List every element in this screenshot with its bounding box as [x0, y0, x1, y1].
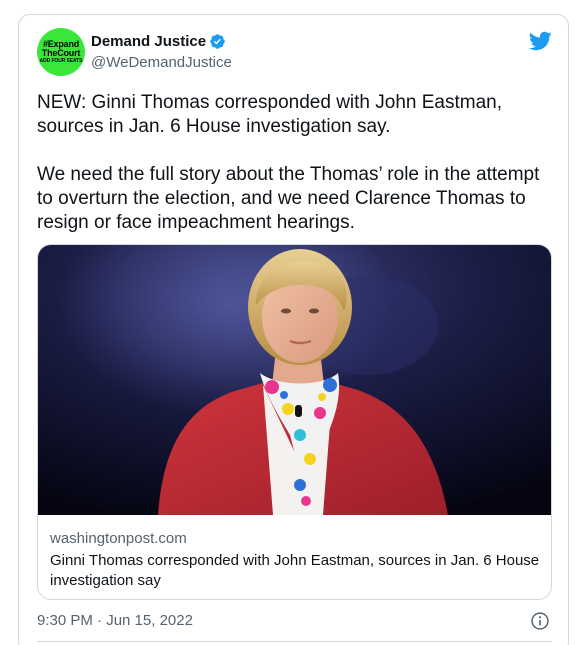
link-title[interactable]: Ginni Thomas corresponded with John East… — [50, 551, 540, 591]
info-icon[interactable] — [530, 611, 550, 631]
tweet-card[interactable]: #Expand TheCourt ADD FOUR SEATS Demand J… — [18, 14, 569, 645]
tweet-text: NEW: Ginni Thomas corresponded with John… — [37, 92, 540, 233]
author-name-row[interactable]: Demand Justice — [91, 33, 226, 50]
avatar[interactable]: #Expand TheCourt ADD FOUR SEATS — [37, 28, 85, 76]
twitter-bird-icon[interactable] — [528, 29, 552, 53]
avatar-text-line-2: TheCourt — [41, 48, 81, 58]
divider — [37, 641, 552, 642]
display-name[interactable]: Demand Justice — [91, 33, 206, 50]
link-domain[interactable]: washingtonpost.com — [50, 530, 187, 547]
article-photo[interactable] — [38, 245, 552, 515]
verified-badge-icon — [210, 34, 225, 49]
user-handle[interactable]: @WeDemandJustice — [91, 54, 232, 71]
link-preview-card[interactable]: washingtonpost.com Ginni Thomas correspo… — [37, 244, 552, 600]
avatar-text-line-3: ADD FOUR SEATS — [39, 58, 83, 64]
tweet-timestamp[interactable]: 9:30 PM · Jun 15, 2022 — [37, 612, 193, 629]
